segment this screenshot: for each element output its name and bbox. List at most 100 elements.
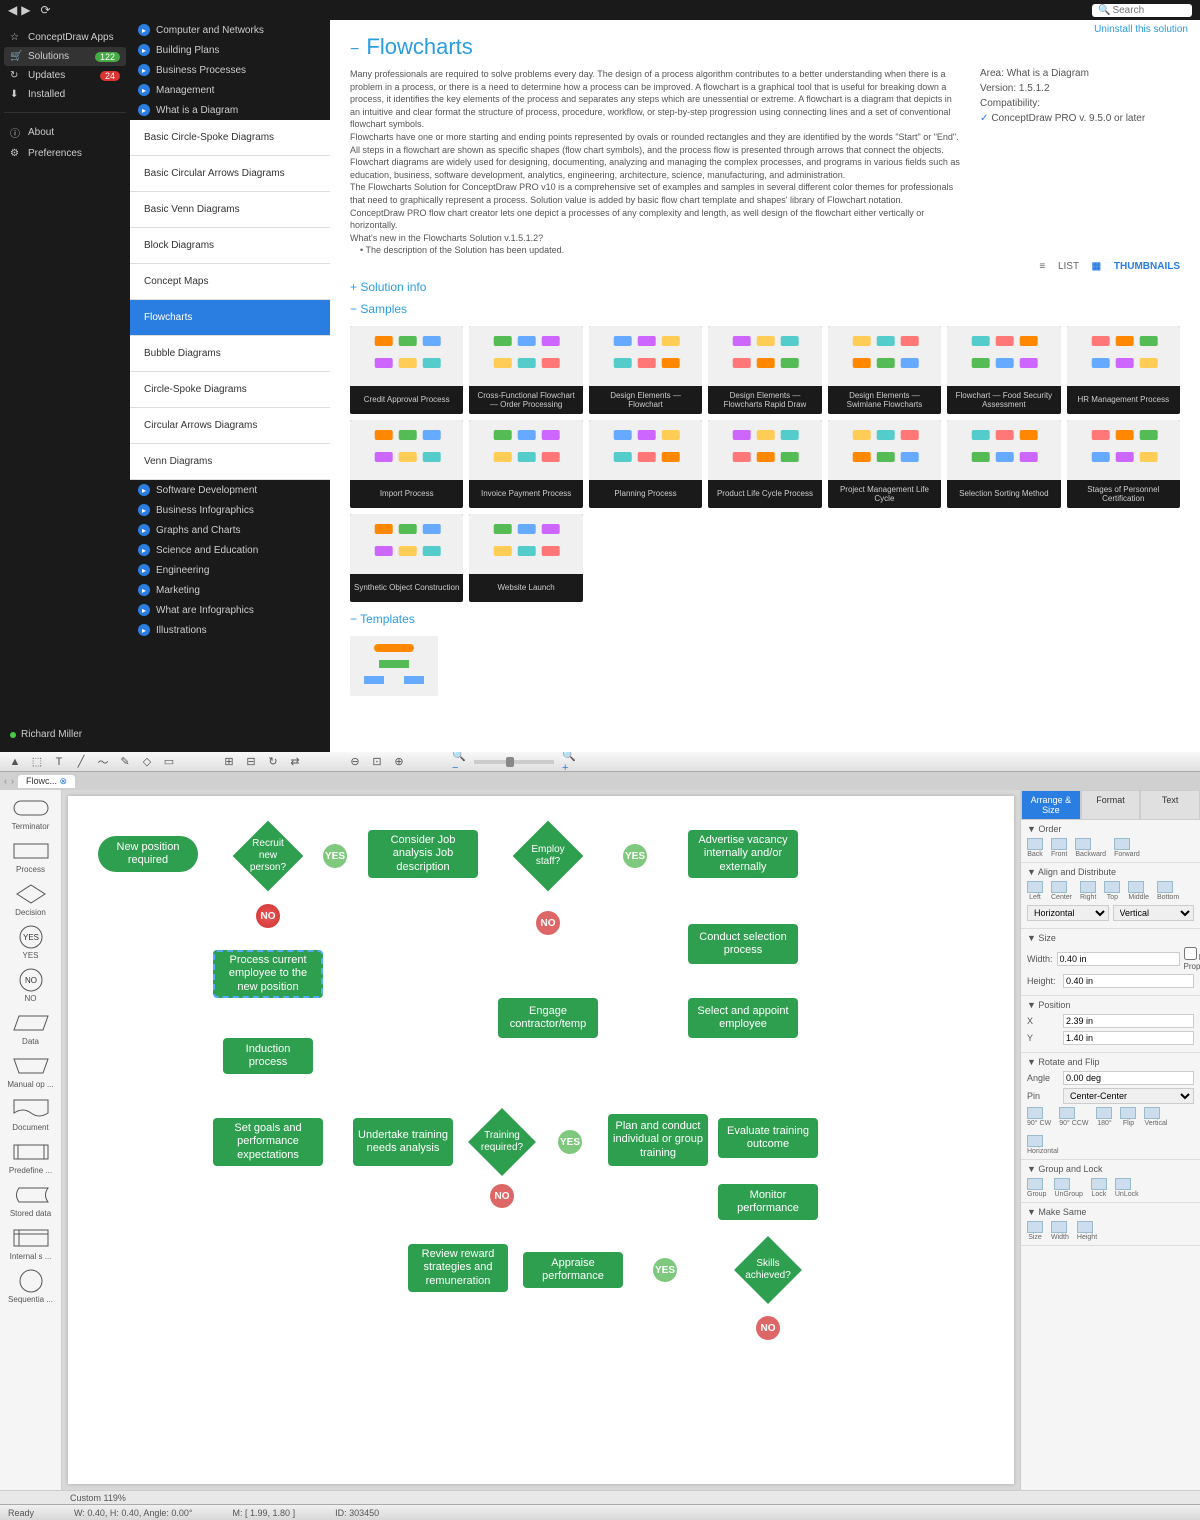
prop-ungroup[interactable]: UnGroup — [1054, 1178, 1082, 1198]
sample-thumb[interactable]: Project Management Life Cycle — [828, 420, 941, 508]
shape-data[interactable]: Data — [4, 1011, 57, 1046]
line-icon[interactable]: ╱ — [74, 755, 88, 769]
subcategory-item[interactable]: Flowcharts — [130, 300, 330, 336]
template-thumb[interactable] — [350, 636, 438, 696]
nav-installed[interactable]: ⬇Installed — [4, 85, 126, 104]
select-icon[interactable]: ⬚ — [30, 755, 44, 769]
sample-thumb[interactable]: Product Life Cycle Process — [708, 420, 821, 508]
sample-thumb[interactable]: Website Launch — [469, 514, 582, 602]
zoom-fit-icon[interactable]: ⊡ — [370, 755, 384, 769]
rotate-icon[interactable]: ↻ — [266, 755, 280, 769]
uninstall-link[interactable]: Uninstall this solution — [1094, 24, 1188, 35]
angle-input[interactable] — [1063, 1071, 1194, 1085]
prop-horizontal[interactable]: Horizontal — [1027, 1135, 1059, 1155]
nav-refresh-icon[interactable]: ⟳ — [40, 3, 50, 17]
zoom-slider[interactable] — [474, 760, 554, 764]
sample-thumb[interactable]: Stages of Personnel Certification — [1067, 420, 1180, 508]
fc-induction[interactable]: Induction process — [223, 1038, 313, 1074]
flip-icon[interactable]: ⇄ — [288, 755, 302, 769]
fc-set-goals[interactable]: Set goals and performance expectations — [213, 1118, 323, 1166]
shape-yes[interactable]: YESYES — [4, 925, 57, 960]
subcategory-item[interactable]: Basic Venn Diagrams — [130, 192, 330, 228]
fc-process-employee[interactable]: Process current employee to the new posi… — [213, 950, 323, 998]
category-item[interactable]: ▸Management — [130, 80, 330, 100]
templates-toggle[interactable]: − Templates — [330, 608, 1200, 630]
shape-stored-data[interactable]: Stored data — [4, 1183, 57, 1218]
sample-thumb[interactable]: Cross-Functional Flowchart — Order Proce… — [469, 326, 582, 414]
sample-thumb[interactable]: Credit Approval Process — [350, 326, 463, 414]
fc-conduct-training[interactable]: Plan and conduct individual or group tra… — [608, 1114, 708, 1166]
tab-close-icon[interactable]: ⊗ — [60, 776, 68, 786]
nav-about[interactable]: ⓘAbout — [4, 121, 126, 144]
fc-no-recruit[interactable]: NO — [256, 904, 280, 928]
prop-left[interactable]: Left — [1027, 881, 1043, 901]
fc-employ-staff[interactable]: Employ staff? — [513, 821, 584, 892]
text-icon[interactable]: T — [52, 755, 66, 769]
nav-forward-icon[interactable]: ▶ — [21, 3, 30, 17]
prop--ccw[interactable]: 90° CCW — [1059, 1107, 1088, 1127]
category-item[interactable]: ▸Illustrations — [130, 620, 330, 640]
fc-training-needs[interactable]: Undertake training needs analysis — [353, 1118, 453, 1166]
fc-no-skills[interactable]: NO — [756, 1316, 780, 1340]
nav-solutions[interactable]: 🛒Solutions122 — [4, 47, 126, 66]
prop-size[interactable]: Size — [1027, 1221, 1043, 1241]
shape-document[interactable]: Document — [4, 1097, 57, 1132]
fc-yes-2[interactable]: YES — [623, 844, 647, 868]
category-item[interactable]: ▸Graphs and Charts — [130, 520, 330, 540]
shape-internal-s-[interactable]: Internal s ... — [4, 1226, 57, 1261]
fc-skills-achieved[interactable]: Skills achieved? — [734, 1236, 802, 1304]
canvas[interactable]: New position required Recruit new person… — [68, 796, 1014, 1484]
prop-bottom[interactable]: Bottom — [1157, 881, 1179, 901]
sample-thumb[interactable]: Design Elements — Flowcharts Rapid Draw — [708, 326, 821, 414]
zoom-out-icon[interactable]: ⊖ — [348, 755, 362, 769]
subcategory-item[interactable]: Basic Circle-Spoke Diagrams — [130, 120, 330, 156]
category-item[interactable]: ▸Building Plans — [130, 40, 330, 60]
sample-thumb[interactable]: Import Process — [350, 420, 463, 508]
ungroup-icon[interactable]: ⊟ — [244, 755, 258, 769]
subcategory-item[interactable]: Basic Circular Arrows Diagrams — [130, 156, 330, 192]
category-item[interactable]: ▸What is a Diagram — [130, 100, 330, 120]
canvas-area[interactable]: New position required Recruit new person… — [62, 790, 1020, 1490]
lock-prop-checkbox[interactable] — [1184, 947, 1197, 960]
prop-middle[interactable]: Middle — [1128, 881, 1149, 901]
pin-select[interactable]: Center-Center — [1063, 1088, 1194, 1104]
prop-center[interactable]: Center — [1051, 881, 1072, 901]
sample-thumb[interactable]: Flowchart — Food Security Assessment — [947, 326, 1060, 414]
sample-thumb[interactable]: Design Elements — Flowchart — [589, 326, 702, 414]
sample-thumb[interactable]: Design Elements — Swimlane Flowcharts — [828, 326, 941, 414]
thumb-view-button[interactable]: ▦ THUMBNAILS — [1092, 261, 1180, 272]
horiz-select[interactable]: Horizontal — [1027, 905, 1109, 921]
prop-unlock[interactable]: UnLock — [1115, 1178, 1139, 1198]
category-item[interactable]: ▸What are Infographics — [130, 600, 330, 620]
prop--cw[interactable]: 90° CW — [1027, 1107, 1051, 1127]
subcategory-item[interactable]: Bubble Diagrams — [130, 336, 330, 372]
curve-icon[interactable]: 〜 — [96, 755, 110, 769]
width-input[interactable] — [1057, 952, 1180, 966]
category-item[interactable]: ▸Business Processes — [130, 60, 330, 80]
zoom-plus-icon[interactable]: 🔍+ — [562, 755, 576, 769]
category-item[interactable]: ▸Science and Education — [130, 540, 330, 560]
prop-right[interactable]: Right — [1080, 881, 1096, 901]
category-item[interactable]: ▸Software Development — [130, 480, 330, 500]
subcategory-item[interactable]: Circle-Spoke Diagrams — [130, 372, 330, 408]
list-view-button[interactable]: ≡ LIST — [1039, 261, 1079, 272]
fc-advertise[interactable]: Advertise vacancy internally and/or exte… — [688, 830, 798, 878]
nav-back-icon[interactable]: ◀ — [8, 3, 17, 17]
prop--[interactable]: 180° — [1096, 1107, 1112, 1127]
fc-job-analysis[interactable]: Consider Job analysis Job description — [368, 830, 478, 878]
prop-top[interactable]: Top — [1104, 881, 1120, 901]
shape-icon[interactable]: ▭ — [162, 755, 176, 769]
prop-forward[interactable]: Forward — [1114, 838, 1140, 858]
fc-no-employ[interactable]: NO — [536, 911, 560, 935]
shape-no[interactable]: NONO — [4, 968, 57, 1003]
y-input[interactable] — [1063, 1031, 1194, 1045]
sample-thumb[interactable]: Planning Process — [589, 420, 702, 508]
category-item[interactable]: ▸Marketing — [130, 580, 330, 600]
zoom-label[interactable]: Custom 119% — [70, 1493, 126, 1503]
category-item[interactable]: ▸Computer and Networks — [130, 20, 330, 40]
search-input[interactable] — [1112, 5, 1182, 16]
prop-width[interactable]: Width — [1051, 1221, 1069, 1241]
fc-no-training[interactable]: NO — [490, 1184, 514, 1208]
fc-evaluate-outcome[interactable]: Evaluate training outcome — [718, 1118, 818, 1158]
vert-select[interactable]: Vertical — [1113, 905, 1195, 921]
